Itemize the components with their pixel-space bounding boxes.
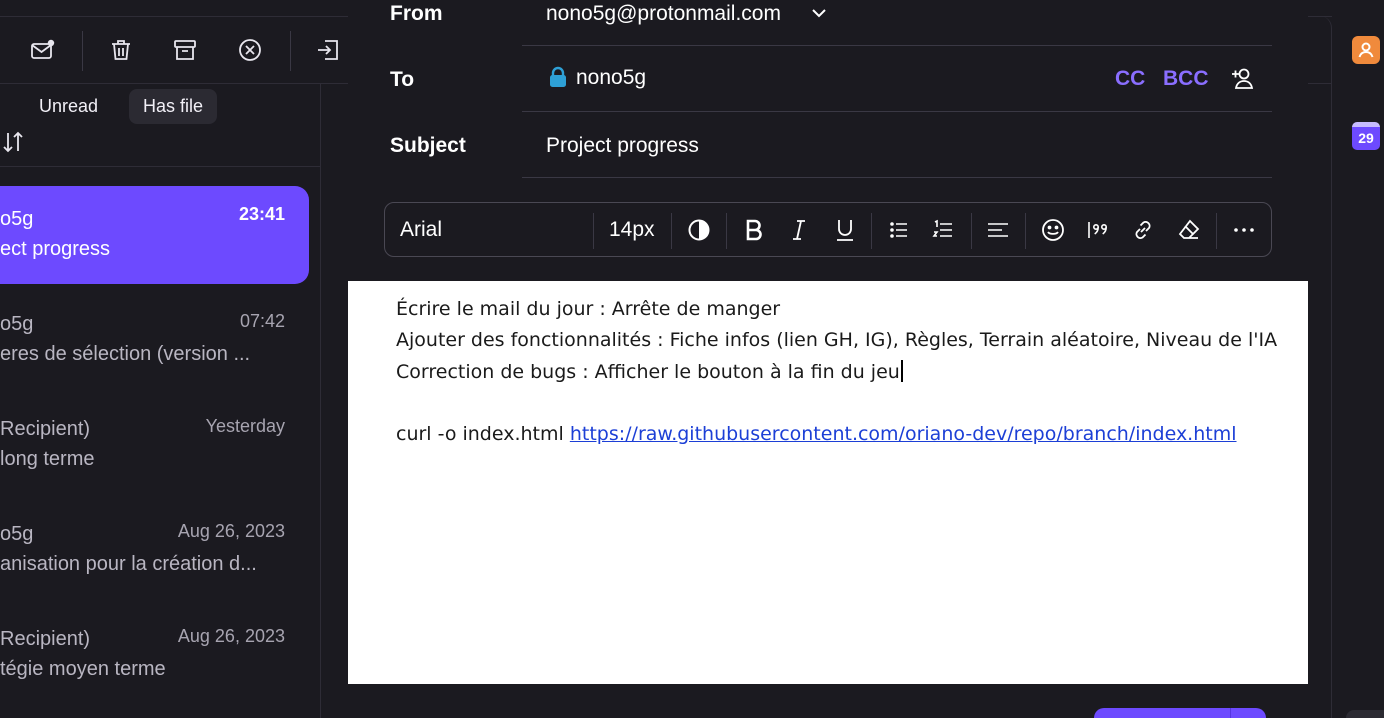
toolbar-divider (1025, 213, 1026, 249)
font-size-select[interactable]: 14px (609, 218, 655, 242)
list-item-subject: ect progress (0, 238, 111, 260)
list-item-time: Aug 26, 2023 (177, 626, 285, 646)
subject-field[interactable]: Project progress (546, 134, 699, 158)
toolbar-divider (671, 213, 672, 249)
list-item-subject: anisation pour la création d... (0, 553, 257, 575)
recipient-chip[interactable]: nono5g (576, 66, 646, 90)
toolbar-divider (593, 213, 594, 249)
trash-icon[interactable] (108, 37, 134, 63)
list-item-time: Aug 26, 2023 (177, 521, 285, 541)
from-address-select[interactable]: nono5g@protonmail.com (546, 2, 781, 26)
list-item-sender: o5g (0, 208, 34, 230)
mark-unread-icon[interactable] (30, 37, 56, 63)
divider (522, 111, 1272, 112)
toolbar-divider (82, 31, 83, 71)
spam-icon[interactable] (237, 37, 263, 63)
list-item-sender: Recipient) (0, 628, 91, 650)
list-item-subject: long terme (0, 448, 95, 470)
list-item-time: 07:42 (239, 311, 285, 331)
list-item-sender: Recipient) (0, 418, 91, 440)
numbered-list-icon[interactable] (930, 217, 956, 243)
editor-toolbar: Arial 14px (384, 202, 1272, 257)
list-divider (0, 166, 321, 167)
body-text-span: Correction de bugs : Afficher le bouton … (396, 361, 900, 383)
body-text-line: Correction de bugs : Afficher le bouton … (396, 360, 903, 383)
link-icon[interactable] (1130, 217, 1156, 243)
list-item-subject: tégie moyen terme (0, 658, 166, 680)
toolbar-divider (871, 213, 872, 249)
list-item-sender: o5g (0, 313, 34, 335)
toolbar-divider (290, 31, 291, 71)
list-item-sender: o5g (0, 523, 34, 545)
subject-label: Subject (390, 134, 466, 157)
send-button[interactable] (1094, 708, 1230, 718)
filter-has-file[interactable]: Has file (129, 89, 218, 124)
to-label: To (390, 68, 415, 91)
toolbar-divider (726, 213, 727, 249)
filter-unread[interactable]: Unread (25, 89, 112, 124)
contacts-app-icon[interactable] (1352, 36, 1380, 64)
divider (522, 45, 1272, 46)
body-text-span: curl -o index.html (396, 423, 570, 445)
from-label: From (390, 2, 443, 25)
italic-icon[interactable] (786, 217, 812, 243)
toolbar-divider (1216, 213, 1217, 249)
list-item-time: 23:41 (238, 204, 285, 224)
quote-icon[interactable] (1085, 217, 1111, 243)
body-text-line: Écrire le mail du jour : Arrête de mange… (396, 298, 781, 320)
divider (522, 177, 1272, 178)
toolbar-divider (971, 213, 972, 249)
text-color-icon[interactable] (686, 217, 712, 243)
body-text-line: Ajouter des fonctionnalités : Fiche info… (396, 329, 1278, 351)
lock-icon (548, 66, 568, 88)
content-frame-edge (1308, 16, 1332, 718)
composer-window: From nono5g@protonmail.com To nono5g CC … (348, 0, 1308, 718)
send-options-button[interactable] (1230, 708, 1266, 718)
font-family-select[interactable]: Arial (400, 218, 442, 242)
list-item-subject: eres de sélection (version ... (0, 343, 251, 365)
list-item[interactable]: o5g anisation pour la création d... Aug … (0, 501, 309, 599)
list-item[interactable]: Recipient) long terme Yesterday (0, 396, 309, 494)
list-item[interactable]: Recipient) tégie moyen terme Aug 26, 202… (0, 606, 309, 704)
emoji-icon[interactable] (1040, 217, 1066, 243)
sort-icon[interactable] (2, 130, 24, 154)
move-to-folder-icon[interactable] (315, 37, 341, 63)
list-item[interactable]: o5g ect progress 23:41 (0, 186, 309, 284)
clear-formatting-icon[interactable] (1176, 217, 1202, 243)
message-list: Unread Has file o5g ect progress 23:41 o… (0, 84, 321, 718)
chevron-down-icon[interactable] (810, 6, 828, 20)
archive-icon[interactable] (172, 37, 198, 63)
body-text-line: curl -o index.html https://raw.githubuse… (396, 423, 1237, 445)
more-options-icon[interactable] (1231, 217, 1257, 243)
body-link[interactable]: https://raw.githubusercontent.com/oriano… (570, 423, 1237, 445)
bullet-list-icon[interactable] (886, 217, 912, 243)
text-caret (900, 360, 903, 382)
bold-icon[interactable] (741, 217, 767, 243)
add-contact-icon[interactable] (1230, 66, 1256, 90)
calendar-app-icon[interactable]: 29 (1352, 122, 1380, 150)
list-item[interactable]: o5g eres de sélection (version ... 07:42 (0, 291, 309, 389)
underline-icon[interactable] (832, 217, 858, 243)
bcc-button[interactable]: BCC (1163, 67, 1209, 91)
align-left-icon[interactable] (985, 217, 1011, 243)
list-item-time: Yesterday (205, 416, 285, 436)
message-body-editor[interactable]: Écrire le mail du jour : Arrête de mange… (348, 281, 1308, 684)
cc-button[interactable]: CC (1115, 67, 1145, 91)
corner-widget (1346, 710, 1384, 718)
